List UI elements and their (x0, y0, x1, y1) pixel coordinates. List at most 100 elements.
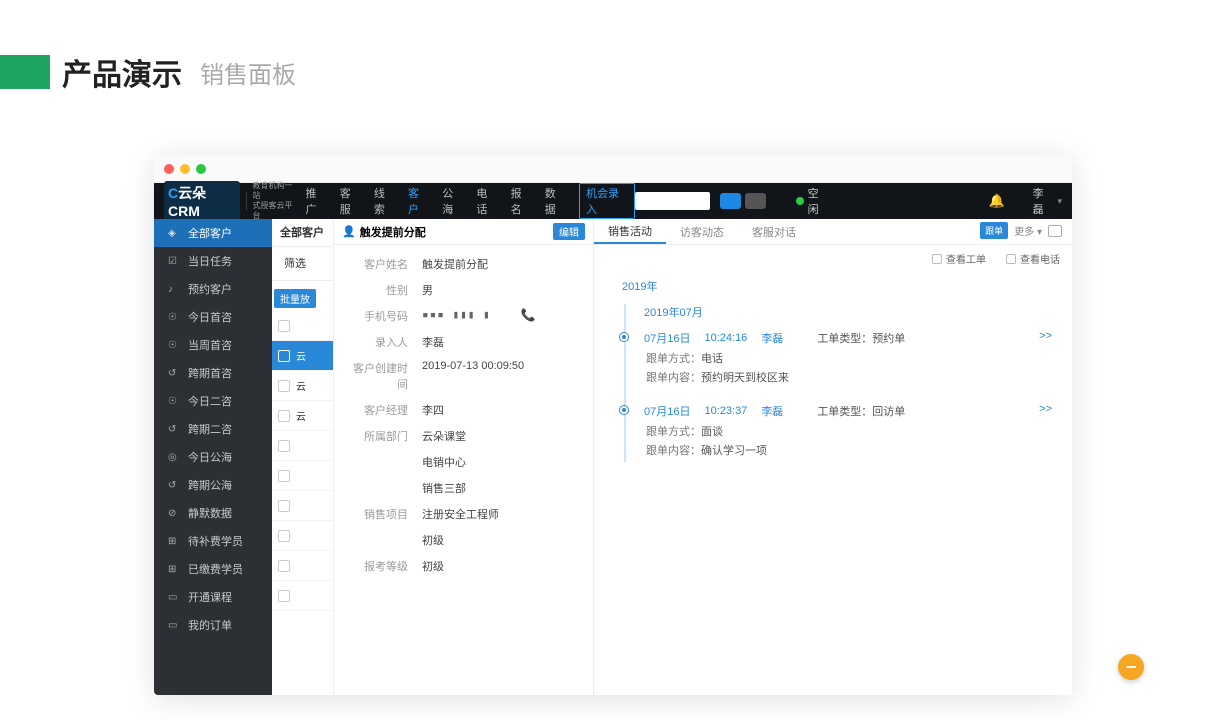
entry-user: 李磊 (761, 330, 783, 346)
nav-item-3[interactable]: 客户 (408, 185, 428, 217)
entry-more-link[interactable]: >> (1039, 330, 1052, 342)
field-label: 客户姓名 (346, 256, 408, 272)
phone-icon[interactable]: 📞 (521, 308, 536, 322)
sidebar-icon: ▭ (168, 592, 182, 603)
sidebar-item-label: 静默数据 (188, 505, 232, 521)
nav-item-6[interactable]: 报名 (511, 185, 531, 217)
list-row[interactable] (272, 491, 333, 521)
list-row[interactable] (272, 461, 333, 491)
row-checkbox[interactable] (278, 350, 290, 362)
entry-date: 07月16日 (644, 403, 690, 419)
close-dot[interactable] (164, 164, 174, 174)
filter-label[interactable]: 筛选 (272, 247, 333, 281)
row-checkbox[interactable] (278, 470, 290, 482)
sidebar-icon: ☉ (168, 340, 182, 351)
nav-item-2[interactable]: 线索 (374, 185, 394, 217)
sidebar-item-0[interactable]: ◈全部客户 (154, 219, 272, 247)
list-row[interactable] (272, 581, 333, 611)
status-text[interactable]: 空闲 (808, 185, 829, 217)
sidebar: ◈全部客户☑当日任务♪预约客户☉今日首咨☉当周首咨↺跨期首咨☉今日二咨↺跨期二咨… (154, 219, 272, 695)
list-row[interactable] (272, 521, 333, 551)
call-button[interactable] (720, 193, 741, 209)
sidebar-item-label: 今日二咨 (188, 393, 232, 409)
detail-title: 触发提前分配 (360, 224, 426, 240)
field-value: 李磊 (422, 334, 444, 350)
sidebar-item-7[interactable]: ↺跨期二咨 (154, 415, 272, 443)
sidebar-item-3[interactable]: ☉今日首咨 (154, 303, 272, 331)
row-checkbox[interactable] (278, 380, 290, 392)
sidebar-item-12[interactable]: ⊞已缴费学员 (154, 555, 272, 583)
bulk-release-tag[interactable]: 批量放 (274, 289, 316, 308)
field-label: 所属部门 (346, 428, 408, 444)
nav-item-5[interactable]: 电话 (476, 185, 496, 217)
list-header: 全部客户 (272, 219, 333, 247)
row-checkbox[interactable] (278, 320, 290, 332)
row-text: 云 (296, 348, 306, 363)
nav-item-1[interactable]: 客服 (340, 185, 360, 217)
opportunity-button[interactable]: 机会录入 (579, 183, 635, 219)
minimize-dot[interactable] (180, 164, 190, 174)
sidebar-item-2[interactable]: ♪预约客户 (154, 275, 272, 303)
field-label: 性别 (346, 282, 408, 298)
field-label: 手机号码 (346, 308, 408, 324)
activity-tab-2[interactable]: 客服对话 (738, 219, 810, 244)
sidebar-item-11[interactable]: ⊞待补费学员 (154, 527, 272, 555)
bell-icon[interactable]: 🔔 (988, 193, 1004, 209)
row-checkbox[interactable] (278, 590, 290, 602)
nav-item-4[interactable]: 公海 (442, 185, 462, 217)
entry-ticket-type: 工单类型：预约单 (817, 330, 905, 346)
sidebar-item-label: 我的订单 (188, 617, 232, 633)
nav-item-0[interactable]: 推广 (306, 185, 326, 217)
zoom-dot[interactable] (196, 164, 206, 174)
sidebar-item-1[interactable]: ☑ 当日任务 (154, 247, 272, 275)
detail-field: 初级 (346, 527, 581, 553)
sidebar-icon: ♪ (168, 284, 182, 295)
field-label: 客户创建时间 (346, 360, 408, 392)
nav-items: 推广客服线索客户公海电话报名数据 (306, 185, 565, 217)
list-row[interactable]: 云 (272, 401, 333, 431)
row-checkbox[interactable] (278, 500, 290, 512)
sidebar-item-13[interactable]: ▭开通课程 (154, 583, 272, 611)
user-name[interactable]: 李磊 (1033, 185, 1054, 217)
activity-tab-1[interactable]: 访客动态 (666, 219, 738, 244)
list-row[interactable] (272, 431, 333, 461)
sidebar-item-10[interactable]: ⊘静默数据 (154, 499, 272, 527)
sidebar-item-4[interactable]: ☉当周首咨 (154, 331, 272, 359)
row-checkbox[interactable] (278, 530, 290, 542)
sidebar-item-5[interactable]: ↺跨期首咨 (154, 359, 272, 387)
list-row[interactable] (272, 311, 333, 341)
list-row[interactable] (272, 551, 333, 581)
detail-field: 电销中心 (346, 449, 581, 475)
sidebar-item-9[interactable]: ↺跨期公海 (154, 471, 272, 499)
list-row[interactable]: 云 (272, 341, 333, 371)
entry-more-link[interactable]: >> (1039, 403, 1052, 415)
nav-item-7[interactable]: 数据 (545, 185, 565, 217)
activity-tab-0[interactable]: 销售活动 (594, 219, 666, 244)
edit-button[interactable]: 编辑 (553, 223, 585, 240)
row-checkbox[interactable] (278, 560, 290, 572)
entry-method: 跟单方式：电话 (644, 350, 1044, 366)
list-row[interactable]: 云 (272, 371, 333, 401)
sidebar-item-label: 当日任务 (188, 253, 232, 269)
sidebar-item-14[interactable]: ▭我的订单 (154, 611, 272, 639)
row-checkbox[interactable] (278, 440, 290, 452)
filter-view-ticket[interactable]: 查看工单 (932, 251, 986, 266)
page-subtitle: 销售面板 (200, 55, 296, 90)
follow-button[interactable]: 跟单 (980, 222, 1008, 239)
sidebar-icon: ☑ (168, 256, 182, 267)
more-menu[interactable]: 更多 ▾ (1014, 223, 1042, 238)
fab-minus-button[interactable]: − (1118, 654, 1144, 680)
sidebar-item-6[interactable]: ☉今日二咨 (154, 387, 272, 415)
row-checkbox[interactable] (278, 410, 290, 422)
field-value: 男 (422, 282, 433, 298)
filter-view-phone[interactable]: 查看电话 (1006, 251, 1060, 266)
detail-field: 所属部门云朵课堂 (346, 423, 581, 449)
layout-toggle-icon[interactable] (1048, 225, 1062, 237)
row-text: 云 (296, 408, 306, 423)
entry-time: 10:23:37 (704, 405, 747, 417)
hangup-button[interactable] (745, 193, 766, 209)
chevron-down-icon[interactable]: ▾ (1057, 196, 1062, 207)
sidebar-item-8[interactable]: ◎今日公海 (154, 443, 272, 471)
search-input[interactable] (635, 192, 711, 210)
sidebar-item-label: 待补费学员 (188, 533, 243, 549)
